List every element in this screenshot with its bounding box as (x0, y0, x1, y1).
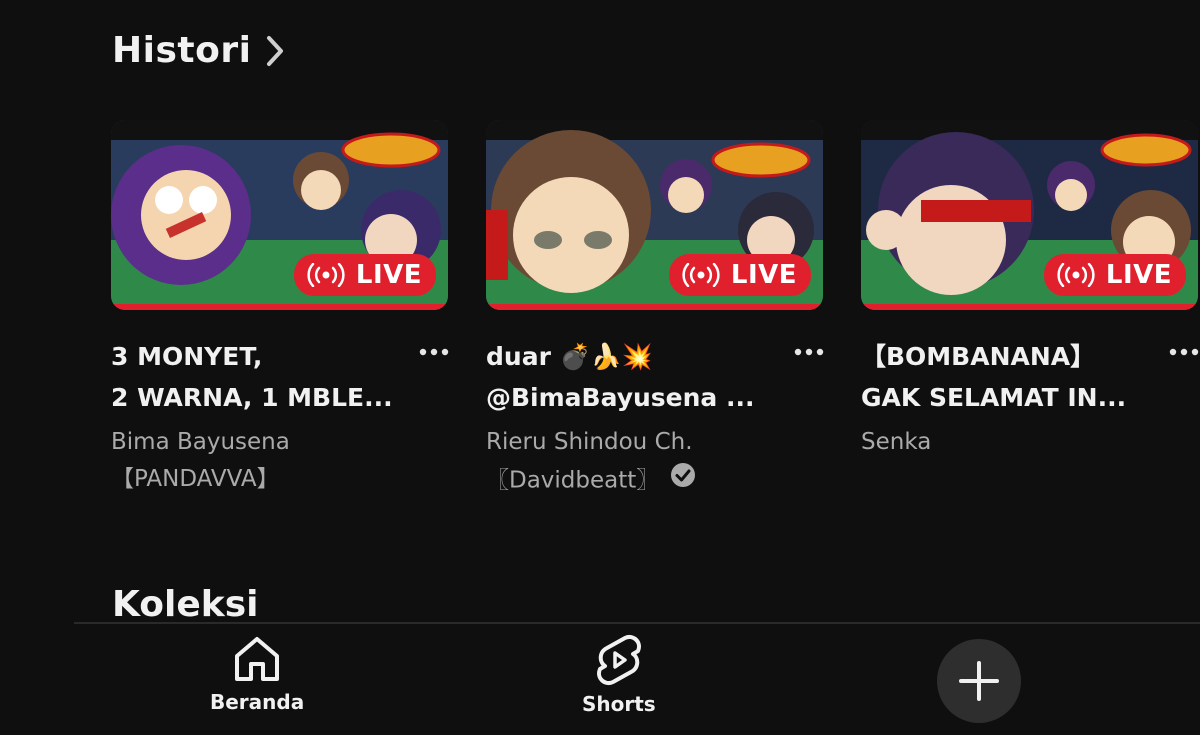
video-card[interactable]: LIVE 【BOMBANANA】 GAK SELAMAT IN... Senka (861, 120, 1200, 501)
video-meta: 【BOMBANANA】 GAK SELAMAT IN... Senka (861, 336, 1200, 461)
video-thumbnail[interactable]: LIVE (111, 120, 448, 310)
history-section-header[interactable]: Histori (112, 30, 285, 71)
watch-progress-bar (111, 304, 448, 310)
more-horiz-icon (419, 348, 449, 356)
home-icon (235, 637, 280, 681)
live-badge: LIVE (293, 254, 436, 296)
video-meta: duar 💣🍌💥 @BimaBayusena ... Rieru Shindou… (486, 336, 824, 501)
channel-name[interactable]: Bima Bayusena 【PANDAVVA】 (111, 424, 408, 498)
video-thumbnail[interactable]: LIVE (486, 120, 823, 310)
library-page: Histori LIVE 3 MONYET, 2 WARNA, 1 MBLE..… (0, 0, 1200, 735)
channel-name[interactable]: Senka (861, 424, 1158, 461)
live-badge: LIVE (1043, 254, 1186, 296)
video-title[interactable]: duar 💣🍌💥 @BimaBayusena ... (486, 336, 783, 418)
live-label: LIVE (355, 260, 422, 290)
more-options-button[interactable] (1164, 338, 1200, 366)
live-broadcast-icon (682, 263, 720, 287)
video-meta: 3 MONYET, 2 WARNA, 1 MBLE... Bima Bayuse… (111, 336, 449, 498)
verified-check-icon (669, 461, 697, 501)
nav-home-label: Beranda (210, 690, 305, 714)
video-title[interactable]: 3 MONYET, 2 WARNA, 1 MBLE... (111, 336, 408, 418)
shorts-icon (596, 635, 641, 685)
nav-home-button[interactable]: Beranda (210, 634, 304, 714)
live-badge: LIVE (668, 254, 811, 296)
bottom-nav-bar: Beranda Shorts (74, 622, 1200, 735)
create-button[interactable] (937, 639, 1021, 723)
watch-progress-bar (861, 304, 1198, 310)
live-label: LIVE (730, 260, 797, 290)
collection-section-title[interactable]: Koleksi (112, 584, 258, 625)
video-thumbnail[interactable]: LIVE (861, 120, 1198, 310)
watch-progress-bar (486, 304, 823, 310)
nav-shorts-label: Shorts (582, 692, 656, 716)
chevron-right-icon (265, 35, 285, 67)
live-broadcast-icon (1057, 263, 1095, 287)
nav-shorts-button[interactable]: Shorts (582, 634, 656, 716)
channel-name[interactable]: Rieru Shindou Ch. 〖Davidbeatt〗 (486, 424, 783, 501)
more-horiz-icon (1169, 348, 1199, 356)
section-title: Histori (112, 30, 252, 71)
live-label: LIVE (1105, 260, 1172, 290)
channel-name-text: Rieru Shindou Ch. 〖Davidbeatt〗 (486, 429, 693, 494)
more-horiz-icon (794, 348, 824, 356)
video-card[interactable]: LIVE duar 💣🍌💥 @BimaBayusena ... Rieru Sh… (486, 120, 824, 501)
video-title[interactable]: 【BOMBANANA】 GAK SELAMAT IN... (861, 336, 1158, 418)
history-shelf: LIVE 3 MONYET, 2 WARNA, 1 MBLE... Bima B… (111, 120, 1200, 501)
live-broadcast-icon (307, 263, 345, 287)
video-card[interactable]: LIVE 3 MONYET, 2 WARNA, 1 MBLE... Bima B… (111, 120, 449, 501)
more-options-button[interactable] (414, 338, 454, 366)
more-options-button[interactable] (789, 338, 829, 366)
plus-icon (959, 661, 999, 701)
